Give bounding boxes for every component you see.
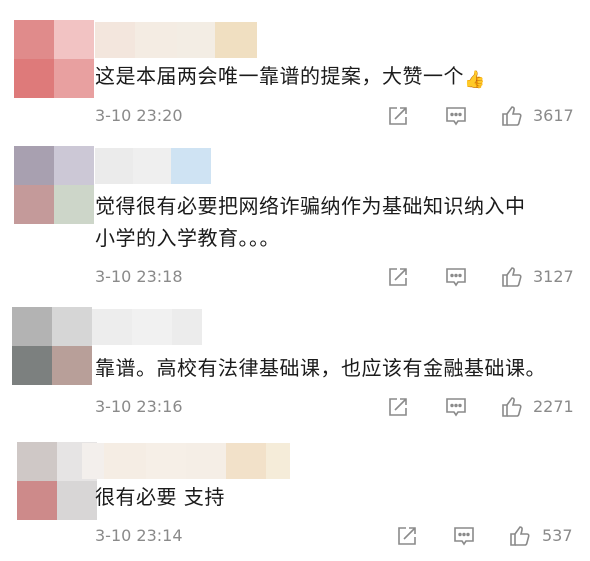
thumbs-up-emoji: 👍 bbox=[464, 70, 486, 90]
comment-meta: 3-10 23:16 2271 bbox=[0, 394, 590, 420]
comment-icon[interactable] bbox=[444, 104, 468, 128]
like-icon[interactable] bbox=[500, 265, 524, 289]
username-blurred[interactable] bbox=[82, 443, 290, 479]
avatar[interactable] bbox=[12, 307, 92, 385]
comment-icon[interactable] bbox=[444, 265, 468, 289]
avatar[interactable] bbox=[14, 20, 94, 98]
like-count: 3617 bbox=[533, 106, 574, 125]
username-blurred[interactable] bbox=[95, 22, 257, 58]
like-icon[interactable] bbox=[508, 524, 532, 548]
like-count: 537 bbox=[542, 526, 573, 545]
comment-icon[interactable] bbox=[452, 524, 476, 548]
comment-meta: 3-10 23:14 537 bbox=[0, 523, 590, 549]
share-icon[interactable] bbox=[386, 104, 410, 128]
comment-icon[interactable] bbox=[444, 395, 468, 419]
comment-text: 觉得很有必要把网络诈骗纳作为基础知识纳入中 小学的入学教育。。。 bbox=[95, 194, 526, 250]
avatar[interactable] bbox=[14, 146, 94, 224]
like-icon[interactable] bbox=[500, 395, 524, 419]
like-count: 2271 bbox=[533, 397, 574, 416]
comment-text: 很有必要 支持 bbox=[95, 485, 225, 509]
comment-text: 靠谱。高校有法律基础课，也应该有金融基础课。 bbox=[95, 356, 546, 380]
timestamp: 3-10 23:20 bbox=[95, 106, 183, 125]
comment-meta: 3-10 23:20 3617 bbox=[0, 103, 590, 129]
share-icon[interactable] bbox=[395, 524, 419, 548]
timestamp: 3-10 23:14 bbox=[95, 526, 183, 545]
timestamp: 3-10 23:18 bbox=[95, 267, 183, 286]
like-count: 3127 bbox=[533, 267, 574, 286]
comment-meta: 3-10 23:18 3127 bbox=[0, 264, 590, 290]
username-blurred[interactable] bbox=[92, 309, 202, 345]
username-blurred[interactable] bbox=[95, 148, 211, 184]
share-icon[interactable] bbox=[386, 395, 410, 419]
comment-text: 这是本届两会唯一靠谱的提案，大赞一个👍 bbox=[95, 60, 486, 96]
share-icon[interactable] bbox=[386, 265, 410, 289]
timestamp: 3-10 23:16 bbox=[95, 397, 183, 416]
like-icon[interactable] bbox=[500, 104, 524, 128]
